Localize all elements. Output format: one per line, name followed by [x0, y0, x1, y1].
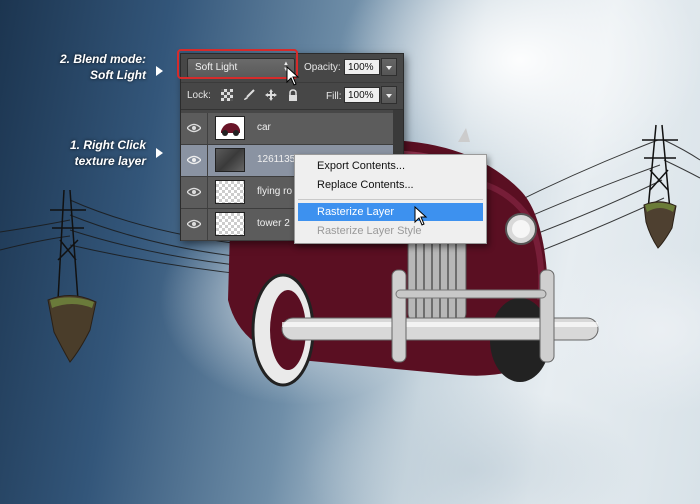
- context-menu: Export Contents... Replace Contents... R…: [294, 154, 487, 244]
- opacity-field[interactable]: 100%: [344, 59, 380, 75]
- right-tower: [642, 124, 678, 211]
- lock-all-icon[interactable]: [287, 89, 299, 101]
- layer-name: tower 2: [257, 218, 290, 229]
- menu-item-export-contents[interactable]: Export Contents...: [298, 157, 483, 175]
- step1-annotation: 1. Right Click texture layer: [46, 137, 146, 169]
- eye-icon[interactable]: [187, 123, 201, 133]
- menu-item-replace-contents[interactable]: Replace Contents...: [298, 176, 483, 194]
- step2-line2: Soft Light: [90, 68, 146, 82]
- lock-label: Lock:: [187, 90, 211, 101]
- step1-arrow-icon: [156, 148, 163, 158]
- layer-thumbnail: [215, 212, 245, 236]
- visibility-column-divider: [207, 177, 208, 208]
- visibility-column-divider: [207, 113, 208, 144]
- lock-transparent-pixels-icon[interactable]: [221, 89, 233, 101]
- menu-item-rasterize-layer-style: Rasterize Layer Style: [317, 225, 422, 237]
- brush-icon[interactable]: [243, 89, 255, 101]
- move-icon[interactable]: [265, 89, 277, 101]
- lock-row: Lock: Fill: 100%: [181, 83, 403, 110]
- step1-line1: 1. Right Click: [69, 138, 146, 152]
- visibility-column-divider: [207, 145, 208, 176]
- eye-icon[interactable]: [187, 219, 201, 229]
- layer-name: car: [257, 122, 271, 133]
- eye-icon[interactable]: [187, 155, 201, 165]
- mouse-cursor-icon: [414, 206, 428, 226]
- fill-dropdown-button[interactable]: [381, 86, 397, 104]
- layer-name: 1261135: [257, 154, 296, 165]
- blend-mode-highlight-box: [177, 49, 298, 79]
- mouse-cursor-icon: [286, 66, 300, 86]
- visibility-column-divider: [207, 209, 208, 240]
- menu-item-rasterize-layer[interactable]: Rasterize Layer: [298, 203, 483, 221]
- step2-arrow-icon: [156, 66, 163, 76]
- layer-row-car[interactable]: car: [181, 113, 403, 145]
- car-thumbnail-icon: [221, 123, 240, 136]
- step1-line2: texture layer: [74, 154, 146, 168]
- fill-label: Fill:: [326, 91, 342, 102]
- step2-annotation: 2. Blend mode: Soft Light: [46, 51, 146, 83]
- layer-thumbnail: [215, 180, 245, 204]
- layer-thumbnail: [215, 116, 245, 140]
- left-tower: [50, 189, 86, 301]
- opacity-dropdown-button[interactable]: [381, 58, 397, 76]
- eye-icon[interactable]: [187, 187, 201, 197]
- fill-field[interactable]: 100%: [344, 87, 380, 103]
- layer-name: flying ro: [257, 186, 293, 197]
- step2-line1: 2. Blend mode:: [59, 52, 146, 66]
- layer-thumbnail: [215, 148, 245, 172]
- opacity-label: Opacity:: [304, 62, 341, 73]
- menu-separator: [298, 199, 483, 200]
